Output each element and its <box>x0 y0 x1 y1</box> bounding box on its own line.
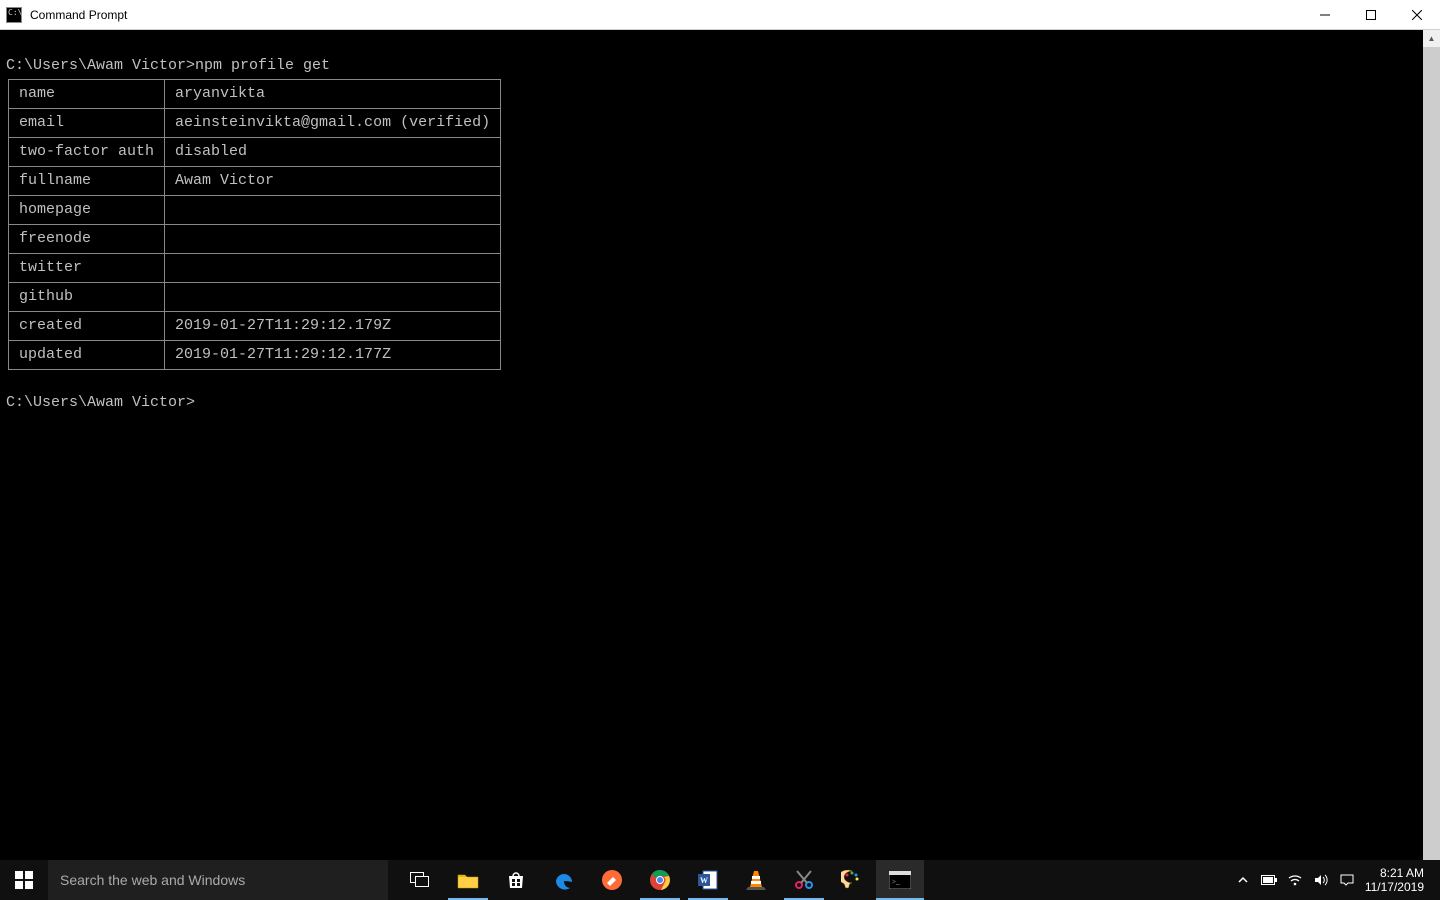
postman-button[interactable] <box>588 860 636 900</box>
prompt-path: C:\Users\Awam Victor> <box>6 394 195 411</box>
prompt-line-2: C:\Users\Awam Victor> <box>6 393 1417 413</box>
prompt-command: npm profile get <box>195 57 330 74</box>
snipping-tool-button[interactable] <box>780 860 828 900</box>
profile-key: name <box>9 80 165 109</box>
profile-value: 2019-01-27T11:29:12.177Z <box>165 341 501 370</box>
table-row: created2019-01-27T11:29:12.179Z <box>9 312 501 341</box>
taskbar: Search the web and Windows <box>0 860 1440 900</box>
taskbar-clock[interactable]: 8:21 AM 11/17/2019 <box>1365 866 1430 894</box>
wifi-icon[interactable] <box>1287 874 1303 886</box>
table-row: updated2019-01-27T11:29:12.177Z <box>9 341 501 370</box>
minimize-button[interactable] <box>1302 0 1348 29</box>
profile-value: Awam Victor <box>165 167 501 196</box>
task-view-icon <box>410 872 430 888</box>
table-row: twitter <box>9 254 501 283</box>
terminal-output[interactable]: C:\Users\Awam Victor>npm profile get nam… <box>0 30 1423 900</box>
profile-key: email <box>9 109 165 138</box>
store-button[interactable] <box>492 860 540 900</box>
task-view-button[interactable] <box>396 860 444 900</box>
titlebar-left: Command Prompt <box>0 7 127 23</box>
profile-key: fullname <box>9 167 165 196</box>
profile-key: updated <box>9 341 165 370</box>
command-prompt-taskbar-icon: >_ <box>889 871 911 889</box>
taskbar-apps: W >_ <box>396 860 924 900</box>
windows-logo-icon <box>15 871 33 889</box>
scroll-up-button[interactable]: ▲ <box>1423 30 1440 47</box>
scissors-icon <box>793 869 815 891</box>
terminal-area: C:\Users\Awam Victor>npm profile get nam… <box>0 30 1440 900</box>
chrome-button[interactable] <box>636 860 684 900</box>
window-controls <box>1302 0 1440 29</box>
edge-button[interactable] <box>540 860 588 900</box>
profile-key: two-factor auth <box>9 138 165 167</box>
profile-value: 2019-01-27T11:29:12.179Z <box>165 312 501 341</box>
command-prompt-icon <box>6 7 22 23</box>
clock-date: 11/17/2019 <box>1365 880 1424 894</box>
tray-chevron-icon[interactable] <box>1235 875 1251 885</box>
profile-value: disabled <box>165 138 501 167</box>
prompt-path: C:\Users\Awam Victor> <box>6 57 195 74</box>
action-center-icon[interactable] <box>1339 874 1355 886</box>
clock-time: 8:21 AM <box>1365 866 1424 880</box>
profile-key: freenode <box>9 225 165 254</box>
edge-icon <box>553 869 575 891</box>
window-title: Command Prompt <box>30 8 127 22</box>
store-icon <box>506 870 526 890</box>
maximize-button[interactable] <box>1348 0 1394 29</box>
volume-icon[interactable] <box>1313 874 1329 886</box>
profile-key: created <box>9 312 165 341</box>
system-tray: 8:21 AM 11/17/2019 <box>1225 860 1440 900</box>
table-row: github <box>9 283 501 312</box>
scroll-thumb[interactable] <box>1423 47 1440 883</box>
profile-value <box>165 254 501 283</box>
folder-icon <box>457 871 479 889</box>
prompt-line-1: C:\Users\Awam Victor>npm profile get <box>6 56 1417 76</box>
paint-icon <box>841 869 863 891</box>
profile-value: aeinsteinvikta@gmail.com (verified) <box>165 109 501 138</box>
search-placeholder: Search the web and Windows <box>60 872 245 888</box>
vertical-scrollbar[interactable]: ▲ ▼ <box>1423 30 1440 900</box>
profile-value: aryanvikta <box>165 80 501 109</box>
table-row: fullnameAwam Victor <box>9 167 501 196</box>
svg-text:>_: >_ <box>892 878 900 886</box>
titlebar: Command Prompt <box>0 0 1440 30</box>
profile-value <box>165 283 501 312</box>
table-row: namearyanvikta <box>9 80 501 109</box>
profile-value <box>165 196 501 225</box>
svg-text:W: W <box>700 876 708 885</box>
chrome-icon <box>649 869 671 891</box>
npm-profile-table: namearyanviktaemailaeinsteinvikta@gmail.… <box>8 79 501 370</box>
battery-icon[interactable] <box>1261 875 1277 885</box>
profile-value <box>165 225 501 254</box>
word-icon: W <box>697 869 719 891</box>
taskbar-search-box[interactable]: Search the web and Windows <box>48 860 388 900</box>
command-prompt-taskbar-button[interactable]: >_ <box>876 860 924 900</box>
start-button[interactable] <box>0 860 48 900</box>
vlc-button[interactable] <box>732 860 780 900</box>
vlc-icon <box>746 869 766 891</box>
postman-icon <box>601 869 623 891</box>
file-explorer-button[interactable] <box>444 860 492 900</box>
table-row: two-factor authdisabled <box>9 138 501 167</box>
profile-key: github <box>9 283 165 312</box>
table-row: homepage <box>9 196 501 225</box>
word-button[interactable]: W <box>684 860 732 900</box>
close-button[interactable] <box>1394 0 1440 29</box>
table-row: freenode <box>9 225 501 254</box>
profile-key: twitter <box>9 254 165 283</box>
table-row: emailaeinsteinvikta@gmail.com (verified) <box>9 109 501 138</box>
paint-button[interactable] <box>828 860 876 900</box>
command-prompt-window: Command Prompt C:\Users\Awam Victor>npm … <box>0 0 1440 900</box>
profile-key: homepage <box>9 196 165 225</box>
